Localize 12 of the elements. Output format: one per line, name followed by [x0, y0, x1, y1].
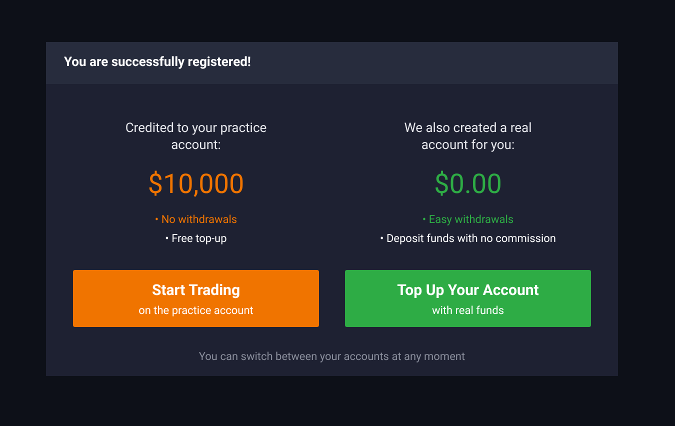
- account-caption: We also created a real account for you:: [403, 120, 533, 154]
- action-button[interactable]: Start Trading on the practice account: [73, 270, 319, 327]
- account-caption: Credited to your practice account:: [124, 120, 268, 154]
- action-button[interactable]: Top Up Your Account with real funds: [345, 270, 591, 327]
- balance-amount: $0.00: [434, 168, 502, 200]
- feature-text: • Easy withdrawals: [422, 212, 514, 227]
- feature-text: • No withdrawals: [154, 212, 238, 227]
- balance-amount: $10,000: [148, 168, 244, 200]
- feature-text: • Deposit funds with no commission: [380, 231, 556, 246]
- footer-note: You can switch between your accounts at any moment: [198, 349, 466, 365]
- dialog-title: You are successfully registered!: [64, 54, 251, 72]
- feature-text: • Free top-up: [165, 231, 227, 246]
